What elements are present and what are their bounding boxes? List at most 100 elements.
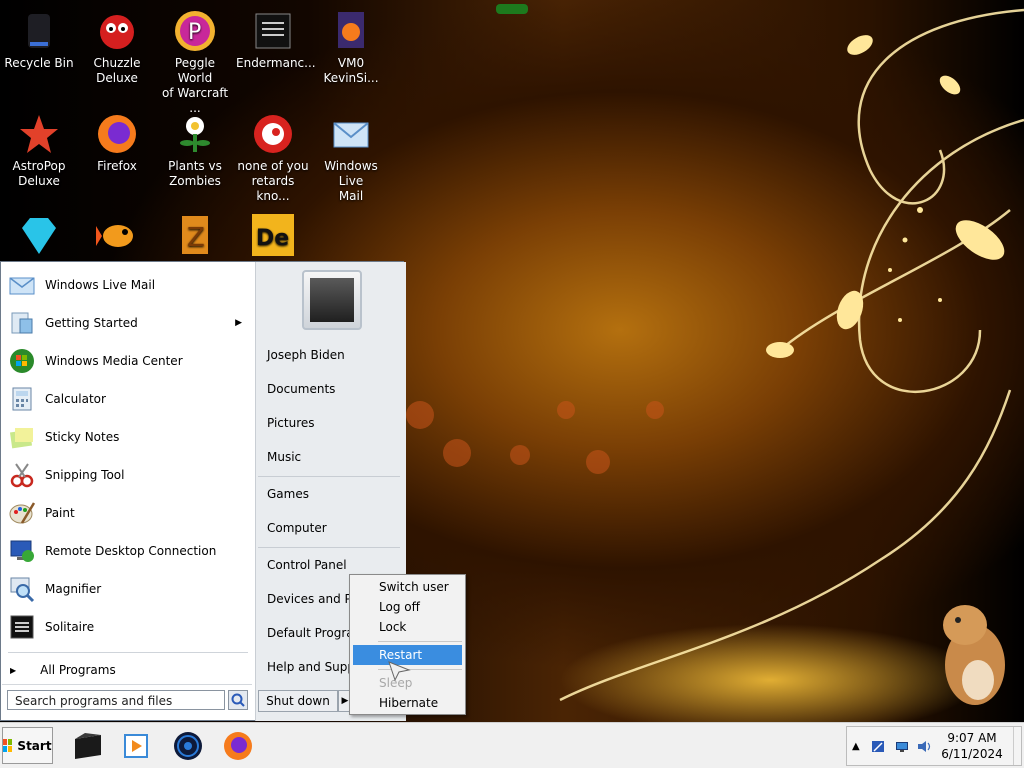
desktop-icon-plants-vs-zombies[interactable]: Plants vs Zombies <box>158 111 232 189</box>
program-item-label: Windows Live Mail <box>45 278 156 292</box>
snipping-tool-icon <box>6 459 38 491</box>
program-item-label: Getting Started <box>45 316 138 330</box>
desktop-icon-goldfish[interactable] <box>80 212 154 260</box>
program-item-remote-desktop[interactable]: Remote Desktop Connection <box>6 534 250 568</box>
place-user-name[interactable]: Joseph Biden <box>267 348 345 362</box>
taskbar-button-media-player[interactable] <box>116 727 156 765</box>
menu-item-lock[interactable]: Lock <box>353 617 462 637</box>
taskbar-button-terminal[interactable] <box>68 727 108 765</box>
desktop-icon-windows-live-mail[interactable]: Windows Live Mail <box>314 111 388 204</box>
clock[interactable]: 9:07 AM 6/11/2024 <box>933 730 1011 762</box>
desktop-icon-recycle-bin[interactable]: Recycle Bin <box>2 8 76 71</box>
remote-desktop-icon <box>6 535 38 567</box>
shut-down-button[interactable]: Shut down <box>258 690 338 712</box>
user-picture[interactable] <box>302 270 362 330</box>
search-button[interactable] <box>228 690 248 710</box>
desktop-icon-chuzzle[interactable]: Chuzzle Deluxe <box>80 8 154 86</box>
search-separator <box>2 684 252 685</box>
windows-live-mail-icon <box>6 269 38 301</box>
show-hidden-icons-icon[interactable]: ▲ <box>852 740 866 753</box>
astropop-icon <box>16 111 62 157</box>
desktop-icon-label: Chuzzle Deluxe <box>93 56 141 85</box>
svg-text:P: P <box>188 20 201 45</box>
recycle-bin-icon <box>16 8 62 54</box>
menu-item-switch-user[interactable]: Switch user <box>353 577 462 597</box>
program-item-label: Windows Media Center <box>45 354 183 368</box>
globe-icon <box>174 732 202 760</box>
mouse-cursor-icon <box>388 661 411 682</box>
action-center-icon[interactable] <box>871 740 885 753</box>
desktop-icon-de[interactable]: De <box>236 212 310 260</box>
desktop-icon-astropop[interactable]: AstroPop Deluxe <box>2 111 76 189</box>
place-games[interactable]: Games <box>267 487 309 501</box>
program-item-windows-media-center[interactable]: Windows Media Center <box>6 344 250 378</box>
taskbar-button-firefox[interactable] <box>218 727 258 765</box>
program-item-sticky-notes[interactable]: Sticky Notes <box>6 420 250 454</box>
desktop-icon-label: Peggle World of Warcraft ... <box>161 56 229 115</box>
user-picture-icon <box>310 278 354 322</box>
program-item-windows-live-mail[interactable]: Windows Live Mail <box>6 268 250 302</box>
desktop-icon-label: Firefox <box>97 159 137 173</box>
peggle-icon: P <box>172 8 218 54</box>
search-input[interactable]: Search programs and files <box>7 690 225 710</box>
taskbar: Start ▲ 9:07 AM 6/11/2024 <box>0 722 1024 768</box>
menu-item-log-off[interactable]: Log off <box>353 597 462 617</box>
calculator-icon <box>6 383 38 415</box>
start-button[interactable]: Start <box>2 727 53 764</box>
program-item-magnifier[interactable]: Magnifier <box>6 572 250 606</box>
places-separator <box>258 547 400 548</box>
desktop-icon-none-of-you[interactable]: none of you retards kno... <box>236 111 310 204</box>
desktop-icon-endermanch[interactable]: Endermanc... <box>236 8 316 71</box>
solitaire-icon <box>6 611 38 643</box>
desktop-icon-label: AstroPop Deluxe <box>12 159 66 188</box>
chuzzle-icon <box>94 8 140 54</box>
plants-vs-zombies-icon <box>172 111 218 157</box>
desktop-icon-peggle[interactable]: P Peggle World of Warcraft ... <box>158 8 232 116</box>
firefox-file-icon <box>328 8 374 54</box>
clock-date: 6/11/2024 <box>941 747 1003 761</box>
program-item-label: Snipping Tool <box>45 468 125 482</box>
desktop-icon-diamond[interactable] <box>2 212 76 260</box>
show-desktop-button[interactable] <box>1013 727 1022 765</box>
places-separator <box>258 476 400 477</box>
chevron-right-icon: ▶ <box>341 696 349 706</box>
endermanch-icon <box>250 8 296 54</box>
network-icon[interactable] <box>895 740 909 753</box>
volume-icon[interactable] <box>917 740 931 753</box>
none-of-you-icon <box>250 111 296 157</box>
menu-item-hibernate[interactable]: Hibernate <box>353 693 462 713</box>
desktop-icon-firefox[interactable]: Firefox <box>80 111 154 174</box>
place-computer[interactable]: Computer <box>267 521 327 535</box>
program-item-label: Solitaire <box>45 620 95 634</box>
program-item-solitaire[interactable]: Solitaire <box>6 610 250 644</box>
place-pictures[interactable]: Pictures <box>267 416 315 430</box>
place-documents[interactable]: Documents <box>267 382 335 396</box>
start-button-label: Start <box>17 738 52 753</box>
place-control-panel[interactable]: Control Panel <box>267 558 347 572</box>
desktop-icon-label: Plants vs Zombies <box>168 159 222 188</box>
desktop-icon-label: Endermanc... <box>236 56 316 70</box>
desktop-icon-vm0[interactable]: VM0 KevinSi... <box>314 8 388 86</box>
search-icon <box>231 693 245 707</box>
place-music[interactable]: Music <box>267 450 301 464</box>
program-item-label: Calculator <box>45 392 106 406</box>
program-item-getting-started[interactable]: Getting Started ▶ <box>6 306 250 340</box>
menu-separator <box>378 641 462 642</box>
program-item-label: Paint <box>45 506 75 520</box>
all-programs-label: All Programs <box>40 663 116 677</box>
sticky-notes-icon <box>6 421 38 453</box>
program-item-calculator[interactable]: Calculator <box>6 382 250 416</box>
svg-text:Z: Z <box>187 223 205 253</box>
de-icon: De <box>250 212 296 258</box>
goldfish-icon <box>94 212 140 258</box>
clock-time: 9:07 AM <box>947 731 997 745</box>
diamond-icon <box>16 212 62 258</box>
windows-media-center-icon <box>6 345 38 377</box>
firefox-icon <box>94 111 140 157</box>
program-item-paint[interactable]: Paint <box>6 496 250 530</box>
all-programs-button[interactable]: ▶ All Programs <box>10 660 246 680</box>
desktop-icon-zuma[interactable]: Z <box>158 212 232 260</box>
program-item-snipping-tool[interactable]: Snipping Tool <box>6 458 250 492</box>
all-programs-arrow-icon: ▶ <box>10 665 17 675</box>
taskbar-button-globe[interactable] <box>168 727 208 765</box>
